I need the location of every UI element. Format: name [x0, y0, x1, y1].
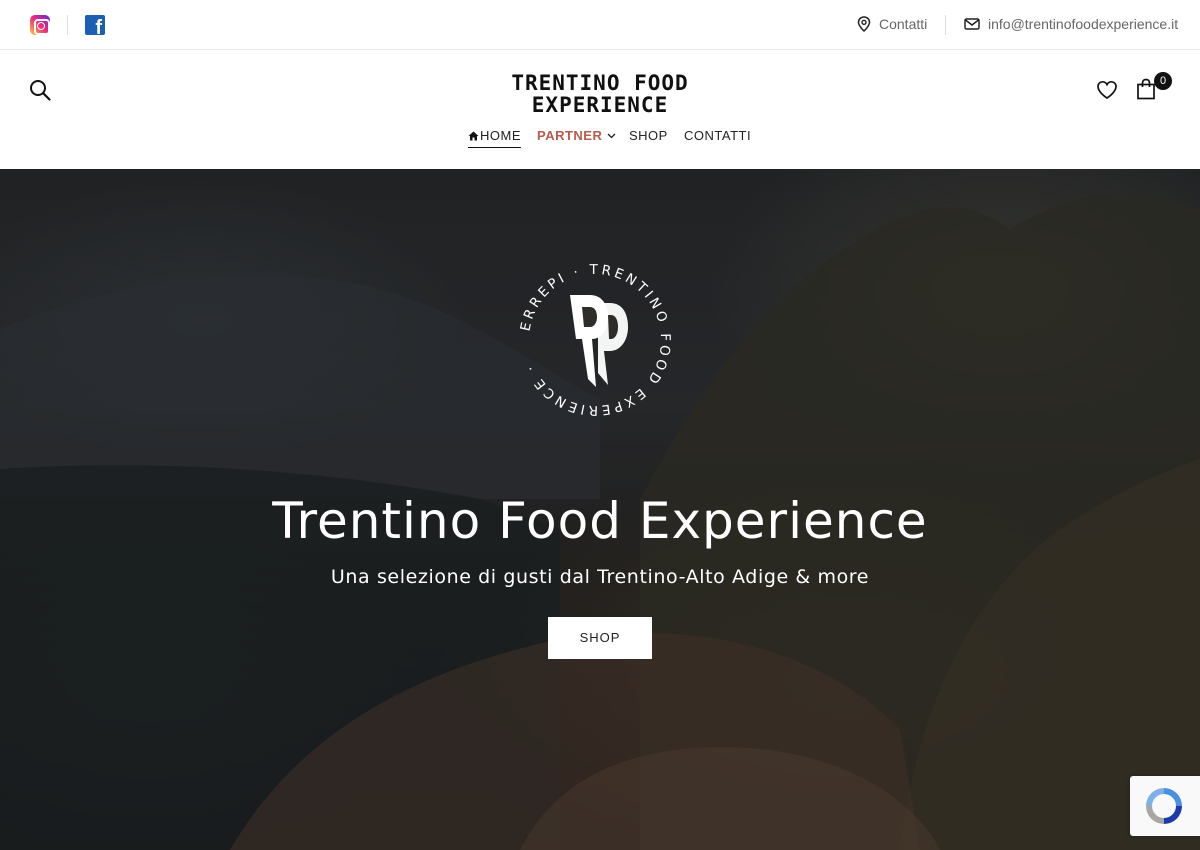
divider [67, 15, 68, 35]
emblem-ring-text: ERREPI · TRENTINO FOOD EXPERIENCE · [518, 262, 670, 418]
map-pin-icon [857, 16, 871, 32]
email-label: info@trentinofoodexperience.it [988, 16, 1179, 32]
hero-banner: ERREPI · TRENTINO FOOD EXPERIENCE · Tren… [0, 169, 1200, 850]
chevron-down-icon [607, 133, 616, 138]
shopping-bag-icon[interactable] [1136, 78, 1156, 105]
logo-line-1: TRENTINO FOOD [511, 71, 689, 95]
nav-partner-label: PARTNER [537, 128, 603, 143]
nav-home[interactable]: HOME [468, 128, 521, 148]
email-link[interactable]: info@trentinofoodexperience.it [964, 16, 1178, 32]
facebook-icon[interactable]: f [85, 15, 105, 35]
nav-partner[interactable]: PARTNER [537, 128, 616, 143]
nav-shop-label: SHOP [629, 128, 668, 143]
search-icon[interactable] [29, 79, 51, 106]
hero-subtitle: Una selezione di gusti dal Trentino-Alto… [330, 566, 870, 588]
nav-contatti[interactable]: CONTATTI [684, 128, 751, 143]
hero-title: Trentino Food Experience [272, 492, 928, 550]
nav-contatti-label: CONTATTI [684, 128, 752, 143]
errepi-emblem-logo: ERREPI · TRENTINO FOOD EXPERIENCE · [518, 262, 674, 418]
contatti-link[interactable]: Contatti [857, 16, 927, 32]
hero-shop-button[interactable]: SHOP [548, 617, 652, 659]
divider [945, 15, 946, 35]
recaptcha-icon [1146, 788, 1182, 824]
wishlist-heart-icon[interactable] [1096, 80, 1118, 105]
top-bar: f Contatti info@trentinofoodexperience.i… [0, 0, 1200, 50]
logo-line-2: EXPERIENCE [531, 93, 669, 117]
home-icon [468, 131, 479, 140]
instagram-icon[interactable] [30, 15, 50, 35]
nav-shop[interactable]: SHOP [629, 128, 668, 143]
recaptcha-badge[interactable] [1130, 776, 1200, 836]
contatti-label: Contatti [879, 16, 928, 32]
nav-home-label: HOME [480, 128, 521, 143]
cart-count-badge: 0 [1154, 72, 1172, 90]
svg-text:ERREPI · TRENTINO FOOD EXPERIE: ERREPI · TRENTINO FOOD EXPERIENCE · [518, 262, 674, 418]
envelope-icon [964, 18, 980, 30]
site-logo[interactable]: TRENTINO FOOD EXPERIENCE [480, 72, 720, 116]
